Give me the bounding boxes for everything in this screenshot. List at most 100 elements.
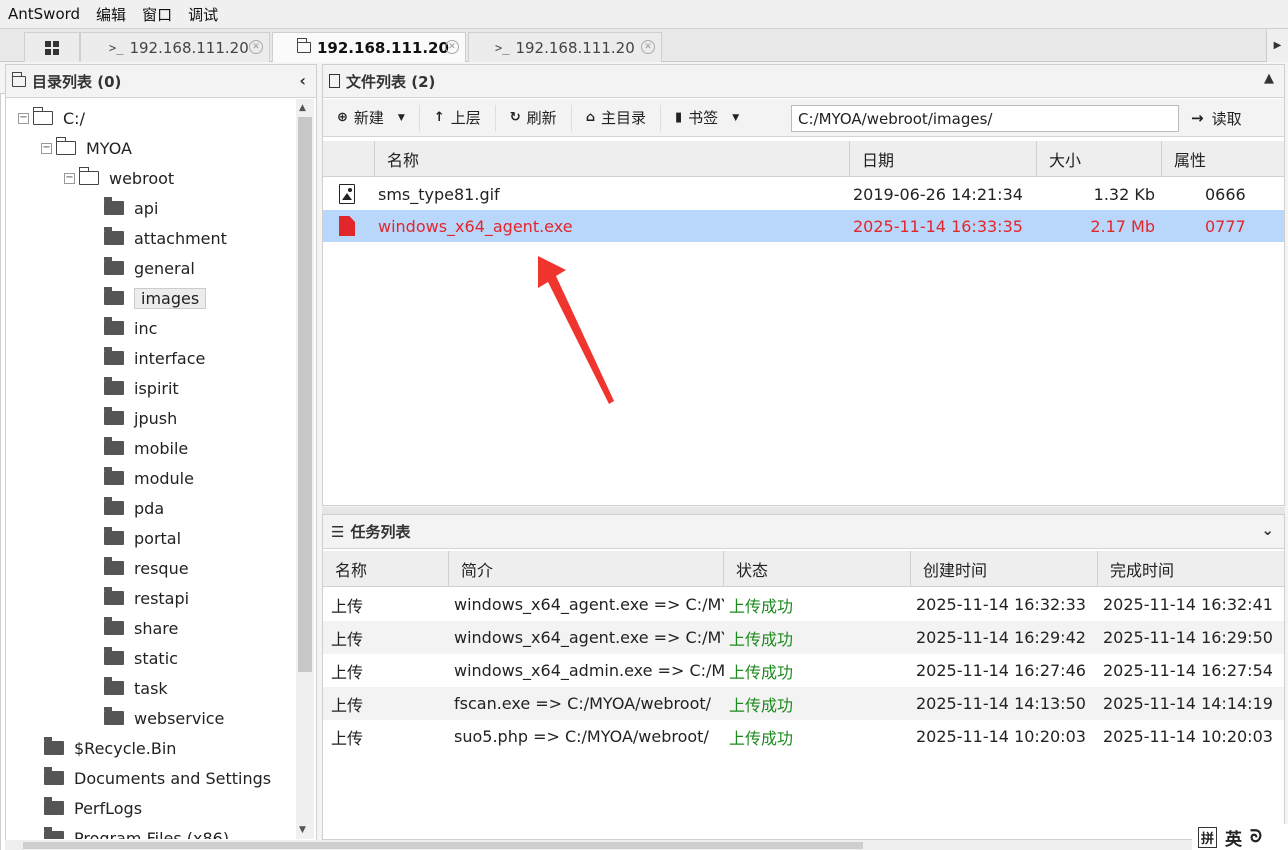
tree-item[interactable]: pda xyxy=(104,493,164,523)
task-cell-status: 上传成功 xyxy=(729,596,794,616)
scrollbar-thumb[interactable] xyxy=(298,117,312,672)
task-cell-status: 上传成功 xyxy=(729,662,794,682)
tree-item[interactable]: − MYOA xyxy=(41,133,132,163)
tree-item[interactable]: − C:/ xyxy=(18,103,85,133)
tree-item[interactable]: restapi xyxy=(104,583,189,613)
tree-item[interactable]: module xyxy=(104,463,194,493)
exe-file-icon xyxy=(339,216,355,236)
chevron-down-icon[interactable]: ⌄ xyxy=(1261,521,1274,539)
directory-tree: − C:/ − MYOA − webroot api attachment general ima… xyxy=(6,99,296,839)
task-row[interactable]: 上传 windows_x64_admin.exe => C:/MYOA/webro… xyxy=(323,654,1284,687)
tree-item[interactable]: static xyxy=(104,643,178,673)
folder-icon xyxy=(104,707,124,725)
ime-english-label[interactable]: 英 xyxy=(1225,825,1242,850)
task-cell-created: 2025-11-14 10:20:03 xyxy=(916,727,1086,746)
close-icon[interactable]: ✕ xyxy=(445,40,459,54)
tree-item[interactable]: PerfLogs xyxy=(44,793,142,823)
directory-panel-title: 目录列表 (0) xyxy=(32,72,122,91)
bookmark-button[interactable]: ▮ 书签 ▼ xyxy=(661,105,753,131)
tree-item[interactable]: portal xyxy=(104,523,181,553)
arrow-up-icon: ↑ xyxy=(433,110,445,125)
file-row-selected[interactable]: windows_x64_agent.exe 2025-11-14 16:33:3… xyxy=(323,210,1284,242)
panel-splitter[interactable] xyxy=(322,507,1285,514)
folder-icon xyxy=(44,767,64,785)
column-size[interactable]: 大小 xyxy=(1037,141,1162,177)
chevron-down-icon: ▼ xyxy=(732,112,740,123)
tree-item[interactable]: inc xyxy=(104,313,157,343)
tab-terminal-1[interactable]: >_ 192.168.111.20 ✕ xyxy=(80,32,270,62)
tree-item-label: pda xyxy=(134,498,165,518)
menu-debug[interactable]: 调试 xyxy=(188,4,218,25)
folder-icon xyxy=(104,347,124,365)
scroll-up-icon[interactable]: ▲ xyxy=(299,103,306,113)
home-icon: ⌂ xyxy=(585,110,595,125)
chevron-up-icon[interactable]: ▲ xyxy=(1264,71,1274,86)
tree-item[interactable]: ispirit xyxy=(104,373,179,403)
tree-item[interactable]: images xyxy=(104,283,207,313)
tree-item[interactable]: general xyxy=(104,253,195,283)
file-row[interactable]: sms_type81.gif 2019-06-26 14:21:34 1.32 … xyxy=(323,178,1284,210)
tree-scrollbar[interactable]: ▲ ▼ xyxy=(296,99,314,839)
tab-terminal-2[interactable]: >_ 192.168.111.20 ✕ xyxy=(468,32,662,62)
path-input[interactable] xyxy=(791,105,1179,132)
tree-item[interactable]: jpush xyxy=(104,403,177,433)
tree-item[interactable]: api xyxy=(104,193,158,223)
tree-item-label: task xyxy=(134,678,168,698)
tree-item[interactable]: interface xyxy=(104,343,205,373)
tree-item[interactable]: − webroot xyxy=(64,163,174,193)
task-row[interactable]: 上传 windows_x64_agent.exe => C:/MYOA/webro… xyxy=(323,588,1284,621)
file-toolbar: ⊕新建▼ ↑上层 ↻刷新 ⌂主目录 ▮书签▼ →读取 xyxy=(323,99,1284,137)
collapse-toggle-icon[interactable]: − xyxy=(18,112,29,124)
tree-item[interactable]: resque xyxy=(104,553,189,583)
task-cell-name: 上传 xyxy=(331,629,364,649)
tab-file-manager[interactable]: 192.168.111.20 ✕ xyxy=(272,32,466,62)
column-task-created[interactable]: 创建时间 xyxy=(911,551,1098,587)
up-button[interactable]: ↑ 上层 xyxy=(420,104,496,131)
tab-home[interactable] xyxy=(24,32,80,62)
close-icon[interactable]: ✕ xyxy=(249,40,263,54)
tree-item[interactable]: mobile xyxy=(104,433,188,463)
task-row[interactable]: 上传 windows_x64_agent.exe => C:/MYOA/webro… xyxy=(323,621,1284,654)
column-attr[interactable]: 属性 xyxy=(1162,141,1284,177)
task-cell-finished: 2025-11-14 16:32:41 xyxy=(1103,595,1273,614)
tree-item[interactable]: $Recycle.Bin xyxy=(44,733,176,763)
column-task-finished[interactable]: 完成时间 xyxy=(1098,551,1284,587)
ime-pinyin-icon[interactable]: 拼 xyxy=(1198,826,1218,848)
close-icon[interactable]: ✕ xyxy=(641,40,655,54)
horizontal-scrollbar[interactable] xyxy=(5,840,1288,850)
task-cell-name: 上传 xyxy=(331,695,364,715)
task-row[interactable]: 上传 suo5.php => C:/MYOA/webroot/上传成功 2025-1… xyxy=(323,720,1284,753)
tree-item[interactable]: Documents and Settings xyxy=(44,763,271,793)
tree-item-label: webroot xyxy=(109,168,175,188)
tree-item[interactable]: task xyxy=(104,673,168,703)
column-task-name[interactable]: 名称 xyxy=(323,551,449,587)
collapse-toggle-icon[interactable]: − xyxy=(41,142,52,154)
new-button[interactable]: ⊕ 新建 ▼ xyxy=(323,104,420,131)
tree-item[interactable]: share xyxy=(104,613,178,643)
scrollbar-thumb[interactable] xyxy=(23,842,863,849)
column-name[interactable]: 名称 xyxy=(375,141,850,177)
menu-antsword[interactable]: AntSword xyxy=(8,5,80,23)
home-dir-button[interactable]: ⌂ 主目录 xyxy=(572,104,662,131)
folder-icon xyxy=(11,71,26,87)
folder-icon xyxy=(104,677,124,695)
tree-item[interactable]: webservice xyxy=(104,703,224,733)
task-cell-name: 上传 xyxy=(331,662,364,682)
read-button[interactable]: → 读取 xyxy=(1191,105,1242,131)
tab-scroll-right-icon[interactable]: ▶ xyxy=(1266,29,1288,62)
menu-window[interactable]: 窗口 xyxy=(142,4,172,25)
column-date[interactable]: 日期 xyxy=(850,141,1037,177)
collapse-left-icon[interactable]: ‹ xyxy=(299,71,306,90)
column-task-status[interactable]: 状态 xyxy=(724,551,911,587)
tree-item[interactable]: Program Files (x86) xyxy=(44,823,229,839)
refresh-button[interactable]: ↻ 刷新 xyxy=(496,104,572,131)
arrow-right-icon: → xyxy=(1191,109,1204,127)
column-task-desc[interactable]: 简介 xyxy=(449,551,724,587)
task-row[interactable]: 上传 fscan.exe => C:/MYOA/webroot/上传成功 2025-… xyxy=(323,687,1284,720)
ime-mode-icon[interactable]: ᘐ xyxy=(1250,827,1262,847)
menu-edit[interactable]: 编辑 xyxy=(96,4,126,25)
chevron-down-icon: ▼ xyxy=(397,112,405,123)
collapse-toggle-icon[interactable]: − xyxy=(64,172,75,184)
tree-item[interactable]: attachment xyxy=(104,223,227,253)
scroll-down-icon[interactable]: ▼ xyxy=(299,825,306,835)
